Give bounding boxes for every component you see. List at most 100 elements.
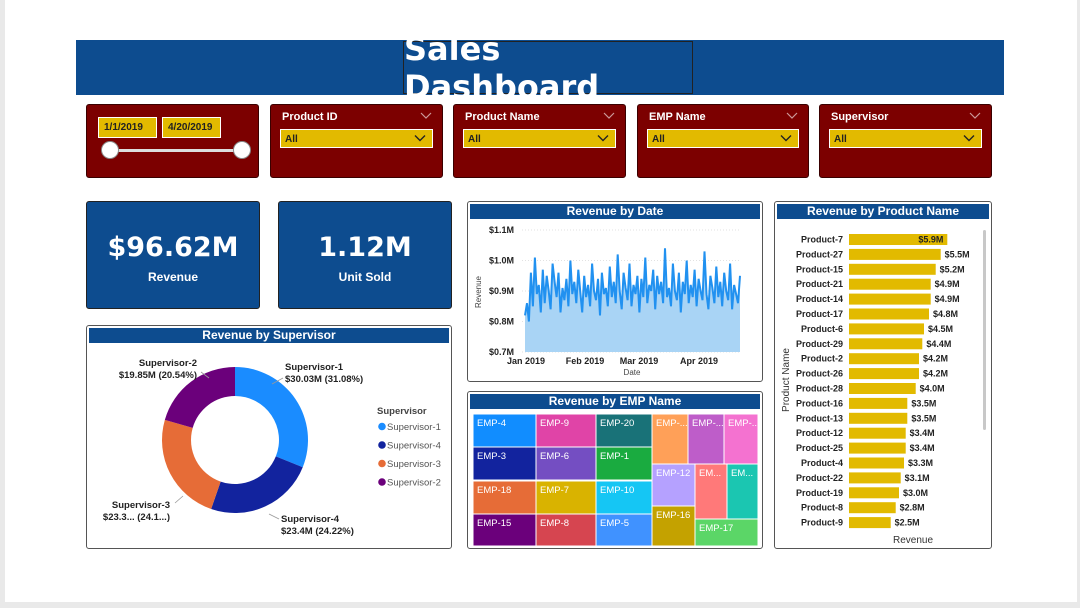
- product-label: Product-25: [796, 443, 843, 453]
- chevron-down-icon: [597, 135, 609, 142]
- chevron-down-icon[interactable]: [420, 111, 432, 121]
- product-bar[interactable]: [849, 427, 906, 439]
- x-tick-label: Mar 2019: [620, 356, 659, 366]
- treemap-cell-label: EMP-10: [600, 485, 634, 496]
- product-label: Product-28: [796, 384, 843, 394]
- revenue-by-emp-title: Revenue by EMP Name: [470, 394, 760, 409]
- chevron-down-icon[interactable]: [786, 111, 798, 121]
- product-bar[interactable]: [849, 397, 908, 409]
- page-title: Sales Dashboard: [403, 30, 693, 106]
- revenue-by-supervisor-card[interactable]: Revenue by Supervisor Supervisor-1 $30.03…: [86, 325, 452, 549]
- bar-value-label: $3.4M: [910, 428, 935, 438]
- date-slider-end-handle[interactable]: [233, 141, 251, 159]
- legend-marker: [378, 422, 386, 431]
- legend-marker: [378, 441, 386, 449]
- product-bar[interactable]: [849, 293, 931, 305]
- product-bar[interactable]: [849, 368, 919, 380]
- treemap-cell-label: EMP-15: [477, 518, 511, 529]
- product-name-dropdown[interactable]: All: [463, 129, 616, 148]
- treemap-cell-label: EMP-12: [656, 468, 690, 479]
- product-bar[interactable]: [849, 308, 929, 320]
- revenue-kpi-value: $96.62M: [107, 232, 239, 263]
- supervisor-dropdown[interactable]: All: [829, 129, 982, 148]
- bar-value-label: $4.2M: [923, 354, 948, 364]
- product-bar[interactable]: [849, 353, 919, 365]
- bar-value-label: $4.0M: [920, 384, 945, 394]
- product-name-slicer: Product Name All: [453, 104, 626, 178]
- donut-slice[interactable]: [211, 456, 303, 513]
- chevron-down-icon[interactable]: [969, 111, 981, 121]
- product-bar[interactable]: [849, 502, 896, 514]
- legend-item[interactable]: Supervisor-3: [387, 459, 441, 470]
- product-bar[interactable]: [849, 383, 916, 394]
- start-date-input[interactable]: 1/1/2019: [98, 117, 157, 138]
- y-axis-title: Revenue: [474, 275, 483, 308]
- bar-value-label: $5.5M: [945, 249, 970, 259]
- revenue-by-date-card[interactable]: Revenue by Date $0.7M $0.8M $0.9M $1.0M $1.1…: [467, 201, 763, 382]
- slice-value-label: $30.03M (31.08%): [285, 374, 363, 385]
- scrollbar[interactable]: [983, 230, 986, 430]
- revenue-kpi-label: Revenue: [147, 270, 199, 284]
- leader-line: [174, 495, 184, 504]
- bar-value-label: $4.8M: [933, 309, 958, 319]
- y-tick-label: $0.9M: [489, 286, 514, 296]
- legend-item[interactable]: Supervisor-4: [387, 441, 441, 452]
- product-id-value: All: [285, 134, 298, 145]
- chevron-down-icon[interactable]: [603, 111, 615, 121]
- slice-value-label: $19.85M (20.54%): [119, 370, 197, 381]
- emp-name-slicer: EMP Name All: [637, 104, 809, 178]
- product-bar[interactable]: [849, 248, 941, 260]
- revenue-by-product-card[interactable]: Revenue by Product Name Product-7 $5.9M Pr…: [774, 201, 992, 549]
- treemap-cell-label: EMP-...: [656, 418, 688, 429]
- legend-marker: [378, 459, 386, 468]
- slice-name-label: Supervisor-4: [281, 514, 340, 525]
- product-id-slicer: Product ID All: [270, 104, 443, 178]
- product-bar[interactable]: [849, 338, 923, 350]
- product-bar[interactable]: [849, 487, 899, 499]
- product-label: Product-16: [796, 398, 843, 408]
- legend-title: Supervisor: [377, 406, 427, 417]
- revenue-by-date-chart[interactable]: $0.7M$0.8M$0.9M$1.0M$1.1MJan 2019 Feb 201…: [468, 220, 762, 380]
- chevron-down-icon: [414, 135, 426, 142]
- product-label: Product-19: [796, 488, 843, 498]
- product-bar[interactable]: [849, 412, 908, 424]
- units-kpi-card[interactable]: 1.12M Unit Sold: [278, 201, 452, 309]
- product-bar[interactable]: [849, 457, 904, 469]
- legend-marker: [378, 478, 386, 486]
- bar-value-label: $3.3M: [908, 458, 933, 468]
- revenue-by-supervisor-chart[interactable]: Supervisor-1$30.03M (31.08%)Supervisor-4…: [87, 344, 451, 548]
- product-bar[interactable]: [849, 517, 891, 529]
- y-tick-label: $0.8M: [489, 317, 514, 327]
- slice-name-label: Supervisor-1: [285, 362, 344, 373]
- bar-value-label: $4.4M: [926, 339, 951, 349]
- chevron-down-icon: [780, 135, 792, 142]
- revenue-kpi-card[interactable]: $96.62M Revenue: [86, 201, 260, 309]
- product-bar[interactable]: [849, 442, 906, 454]
- product-bar[interactable]: [849, 323, 924, 335]
- product-id-dropdown[interactable]: All: [280, 129, 433, 148]
- product-bar[interactable]: [849, 472, 901, 484]
- revenue-by-emp-chart[interactable]: EMP-4 EMP-3 EMP-18 EMP-15 EMP-9 EMP-6 EMP-7 EMP…: [468, 410, 762, 547]
- slice-value-label: $23.4M (24.22%): [281, 526, 354, 537]
- product-bar[interactable]: [849, 263, 936, 275]
- bar-value-label: $3.0M: [903, 488, 928, 498]
- slice-name-label: Supervisor-3: [112, 500, 170, 511]
- emp-name-dropdown[interactable]: All: [647, 129, 799, 148]
- y-axis-title: Product Name: [781, 348, 792, 412]
- revenue-by-supervisor-title: Revenue by Supervisor: [89, 328, 449, 343]
- product-label: Product-14: [796, 294, 843, 304]
- product-label: Product-27: [796, 249, 843, 259]
- revenue-by-product-chart[interactable]: Product-7 $5.9M Product-27 $5.5M Product-15 $…: [775, 220, 991, 548]
- end-date-input[interactable]: 4/20/2019: [162, 117, 221, 138]
- legend-item[interactable]: Supervisor-1: [387, 422, 441, 433]
- supervisor-label: Supervisor: [831, 111, 889, 123]
- treemap-cell-label: EMP-5: [600, 518, 629, 529]
- date-slider-start-handle[interactable]: [101, 141, 119, 159]
- bar-value-label: $4.9M: [935, 279, 960, 289]
- donut-slice[interactable]: [162, 419, 221, 509]
- legend-item[interactable]: Supervisor-2: [387, 478, 441, 489]
- product-bar[interactable]: [849, 278, 931, 290]
- bar-value-label: $5.9M: [918, 235, 943, 245]
- revenue-by-emp-card[interactable]: Revenue by EMP Name EMP-4 EMP-3 EMP-18 EMP-…: [467, 391, 763, 549]
- product-label: Product-13: [796, 413, 843, 423]
